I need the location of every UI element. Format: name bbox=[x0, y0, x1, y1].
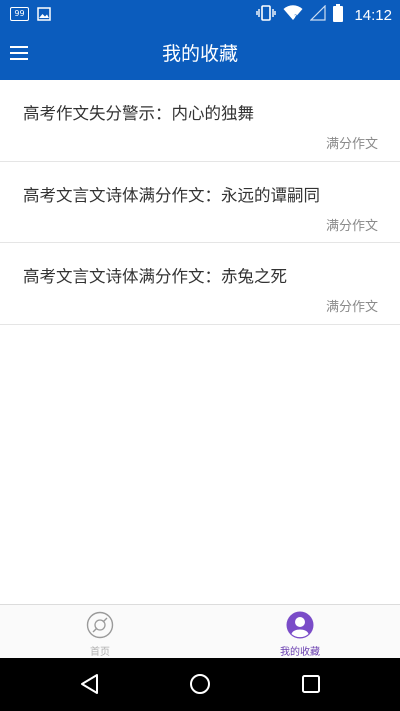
wifi-icon: ? bbox=[283, 5, 303, 25]
status-bar-time: 14:12 bbox=[354, 6, 392, 24]
system-nav-bar bbox=[0, 658, 400, 711]
list-item-title: 高考文言文诗体满分作文：赤兔之死 bbox=[23, 267, 287, 286]
signal-icon bbox=[310, 4, 327, 25]
back-icon[interactable] bbox=[78, 672, 102, 696]
list-item-category: 满分作文 bbox=[325, 300, 378, 315]
tab-favorites[interactable]: 我的收藏 bbox=[200, 605, 400, 659]
vibrate-icon bbox=[256, 5, 277, 25]
home-circle-icon[interactable] bbox=[188, 672, 212, 696]
recent-apps-icon[interactable] bbox=[299, 672, 323, 696]
list-item[interactable]: 高考作文失分警示：内心的独舞 满分作文 bbox=[0, 80, 400, 162]
status-bar-notifications: 99 bbox=[10, 7, 51, 21]
list-item-category: 满分作文 bbox=[325, 218, 378, 234]
page-title: 我的收藏 bbox=[161, 43, 238, 65]
compass-icon bbox=[86, 611, 114, 639]
tab-home[interactable]: 首页 bbox=[0, 605, 200, 659]
list-item-category: 满分作文 bbox=[325, 137, 378, 152]
app-bar: 我的收藏 bbox=[0, 30, 400, 80]
status-bar-system: ? 14:12 bbox=[256, 4, 392, 26]
tab-home-label: 首页 bbox=[90, 647, 110, 658]
list-item[interactable]: 高考文言文诗体满分作文：永远的谭嗣同 满分作文 bbox=[0, 162, 400, 243]
user-icon bbox=[286, 611, 314, 639]
notification-badge-icon: 99 bbox=[10, 7, 29, 21]
svg-text:?: ? bbox=[294, 14, 297, 21]
favorites-list: 高考作文失分警示：内心的独舞 满分作文 高考文言文诗体满分作文：永远的谭嗣同 满… bbox=[0, 80, 400, 325]
list-item-title: 高考作文失分警示：内心的独舞 bbox=[23, 104, 254, 123]
list-item-title: 高考文言文诗体满分作文：永远的谭嗣同 bbox=[23, 185, 320, 205]
battery-icon bbox=[333, 4, 344, 26]
tab-favorites-label: 我的收藏 bbox=[280, 647, 320, 658]
bottom-nav: 首页 我的收藏 bbox=[0, 604, 400, 658]
status-bar: 99 ? 14:12 bbox=[0, 0, 400, 30]
list-item[interactable]: 高考文言文诗体满分作文：赤兔之死 满分作文 bbox=[0, 243, 400, 325]
image-icon bbox=[37, 7, 51, 21]
